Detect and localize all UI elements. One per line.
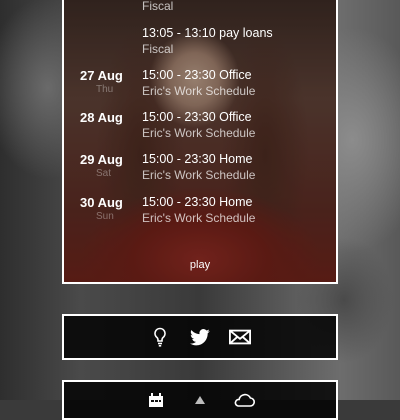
event-calendar: Eric's Work Schedule <box>142 211 256 225</box>
event-title: 13:05 - 13:10 pay loans <box>142 26 273 40</box>
event-calendar: Fiscal <box>142 0 174 13</box>
event-date: 27 Aug <box>80 68 123 83</box>
twitter-icon[interactable] <box>189 326 211 348</box>
cloud-icon[interactable] <box>232 392 256 408</box>
calendar-icon[interactable] <box>144 392 168 408</box>
event-weekday: Sun <box>96 211 114 222</box>
event-title: 15:00 - 23:30 Office <box>142 68 252 82</box>
play-button[interactable]: play <box>64 259 336 271</box>
mail-icon[interactable] <box>229 326 251 348</box>
event-title: 15:00 - 23:30 Office <box>142 110 252 124</box>
schedule-card: Fiscal 13:05 - 13:10 pay loans Fiscal 27… <box>62 0 338 284</box>
arrow-up-icon[interactable] <box>188 392 212 408</box>
event-calendar: Eric's Work Schedule <box>142 126 256 140</box>
bottom-toolbar <box>62 380 338 420</box>
event-title: 15:00 - 23:30 Home <box>142 195 253 209</box>
event-title: 15:00 - 23:30 Home <box>142 152 253 166</box>
event-calendar: Fiscal <box>142 42 174 56</box>
event-calendar: Eric's Work Schedule <box>142 168 256 182</box>
event-date: 30 Aug <box>80 195 123 210</box>
event-weekday: Thu <box>96 84 114 95</box>
event-date: 29 Aug <box>80 152 123 167</box>
lightbulb-icon[interactable] <box>149 326 171 348</box>
event-date: 28 Aug <box>80 110 123 125</box>
event-calendar: Eric's Work Schedule <box>142 84 256 98</box>
event-weekday: Sat <box>96 168 112 179</box>
social-links-bar <box>62 314 338 360</box>
